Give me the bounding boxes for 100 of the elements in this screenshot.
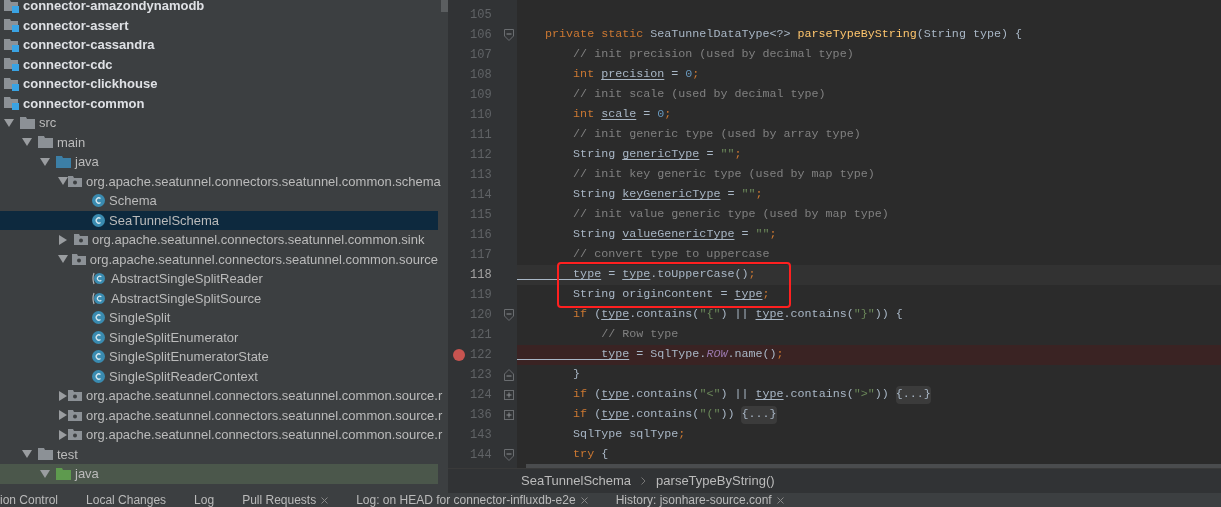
tree-item-label: AbstractSingleSplitReader — [111, 270, 263, 288]
tree-item-label: test — [57, 445, 78, 464]
fold-icon[interactable] — [503, 29, 514, 41]
breakpoint-icon[interactable] — [453, 349, 465, 361]
class-icon — [92, 194, 105, 208]
tree-row[interactable]: java — [0, 464, 438, 484]
code-line: try { — [572, 446, 610, 464]
chevron-icon — [641, 477, 647, 485]
code-line: // Row type — [600, 326, 680, 344]
package-icon — [68, 409, 82, 421]
breadcrumb[interactable]: parseTypeByString() — [656, 471, 775, 491]
folder-icon — [38, 448, 53, 461]
tool-tab[interactable]: History: jsonhare-source.conf — [615, 493, 784, 507]
expanded-arrow-icon[interactable] — [22, 137, 32, 148]
code-line: String valueGenericType = ""; — [572, 226, 778, 244]
tree-row[interactable]: connector-assert — [0, 15, 438, 35]
expanded-arrow-icon[interactable] — [22, 449, 32, 460]
tree-row[interactable]: org.apache.seatunnel.connectors.seatunnel.common.source — [0, 249, 438, 269]
tree-item-label: Schema — [109, 192, 157, 210]
fold-icon[interactable] — [503, 309, 514, 321]
tree-row[interactable]: main — [0, 132, 438, 152]
tree-row[interactable]: AbstractSingleSplitReader — [0, 269, 438, 289]
code-line: // init value generic type (used by map type) — [572, 206, 890, 224]
tree-row[interactable]: SeaTunnelSchema — [0, 210, 438, 230]
collapsed-arrow-icon[interactable] — [58, 234, 68, 245]
tree-row[interactable]: SingleSplitEnumeratorState — [0, 347, 438, 367]
expanded-arrow-icon[interactable] — [4, 117, 14, 128]
tree-item-label: connector-common — [23, 94, 145, 113]
tree-row[interactable]: SingleSplitReaderContext — [0, 366, 438, 386]
tree-row[interactable]: connector-cdc — [0, 54, 438, 74]
close-icon[interactable] — [321, 496, 329, 504]
class-icon — [92, 350, 105, 364]
module-folder-icon — [4, 57, 20, 72]
collapsed-arrow-icon[interactable] — [58, 410, 68, 421]
code-line: if (type.contains("<") || type.contains(">")) {...} — [572, 385, 932, 405]
class-icon — [92, 311, 105, 325]
folder-icon — [56, 467, 71, 480]
tool-tab[interactable]: ion Control — [0, 493, 59, 507]
tool-tab[interactable]: Local Changes — [86, 493, 167, 507]
tree-item-label: AbstractSingleSplitSource — [111, 289, 262, 308]
tool-tab[interactable]: Log: on HEAD for connector-influxdb-e2e — [356, 493, 588, 507]
code-line: String originContent = type; — [572, 286, 771, 304]
tree-item-label: connector-clickhouse — [23, 75, 158, 93]
module-folder-icon — [4, 0, 20, 13]
expand-icon[interactable] — [503, 410, 514, 420]
tree-item-label: src — [39, 114, 57, 132]
abstract-class-icon — [92, 272, 107, 286]
tree-item-label: main — [57, 133, 86, 152]
tool-tab[interactable]: Pull Requests — [242, 493, 329, 507]
tree-item-label: org.apache.seatunnel.connectors.seatunnel.common.source.r — [86, 426, 443, 444]
line-number: 118 — [470, 267, 493, 284]
tree-item-label: org.apache.seatunnel.connectors.seatunnel.common.sink — [92, 231, 425, 249]
scrollbar[interactable] — [441, 0, 448, 12]
code-line: // init key generic type (used by map type) — [572, 166, 876, 184]
tree-row[interactable]: SingleSplitEnumerator — [0, 327, 438, 347]
tree-item-label: java — [75, 465, 99, 483]
package-icon — [71, 253, 86, 265]
tree-row[interactable]: connector-cassandra — [0, 35, 438, 55]
expand-icon[interactable] — [503, 390, 514, 400]
package-icon — [68, 429, 82, 441]
tree-row[interactable]: SingleSplit — [0, 308, 438, 328]
tree-row[interactable]: test — [0, 444, 438, 464]
code-line: int scale = 0; — [572, 106, 673, 124]
tree-row[interactable]: src — [0, 113, 438, 133]
collapsed-arrow-icon[interactable] — [58, 390, 68, 401]
expanded-arrow-icon[interactable] — [40, 156, 50, 167]
tree-item-label: org.apache.seatunnel.connectors.seatunnel.common.source.r — [86, 387, 443, 405]
tree-row[interactable]: connector-amazondynamodb — [0, 0, 438, 16]
package-icon — [74, 234, 88, 246]
tree-row[interactable]: Schema — [0, 191, 438, 211]
tree-row[interactable]: org.apache.seatunnel.connectors.seatunnel.common.sink — [0, 230, 438, 250]
code-line: // init precision (used by decimal type) — [572, 46, 855, 64]
tree-item-label: org.apache.seatunnel.connectors.seatunnel.common.source — [89, 250, 438, 269]
code-line: // init generic type (used by array type) — [572, 126, 862, 144]
breadcrumb[interactable]: SeaTunnelSchema — [521, 471, 632, 491]
tool-tab[interactable]: Log — [194, 493, 215, 507]
tree-row[interactable]: connector-clickhouse — [0, 74, 438, 94]
close-icon[interactable] — [776, 496, 784, 504]
tree-row[interactable]: AbstractSingleSplitSource — [0, 288, 438, 308]
tree-row[interactable]: java — [0, 152, 438, 172]
tree-item-label: SingleSplitEnumeratorState — [109, 348, 269, 366]
tree-row[interactable]: connector-common — [0, 93, 438, 113]
tree-item-label: SingleSplitEnumerator — [109, 328, 239, 347]
module-folder-icon — [4, 96, 20, 111]
fold-icon[interactable] — [503, 449, 514, 461]
expanded-arrow-icon[interactable] — [58, 254, 68, 265]
tree-item-label: SingleSplit — [109, 309, 171, 327]
tree-item-label: connector-assert — [23, 16, 129, 35]
abstract-class-icon — [92, 291, 107, 305]
expanded-arrow-icon[interactable] — [40, 468, 50, 479]
package-icon — [68, 175, 82, 187]
package-icon — [68, 390, 82, 402]
close-icon[interactable] — [580, 496, 588, 504]
code-line: // convert type to uppercase — [572, 246, 771, 264]
collapsed-arrow-icon[interactable] — [58, 429, 68, 440]
tree-item-label: connector-cassandra — [23, 36, 155, 54]
code-line: // init scale (used by decimal type) — [572, 86, 827, 104]
expanded-arrow-icon[interactable] — [58, 176, 68, 187]
code-line: if (type.contains("{") || type.contains("}")) { — [572, 306, 904, 324]
fold-icon[interactable] — [503, 369, 514, 381]
